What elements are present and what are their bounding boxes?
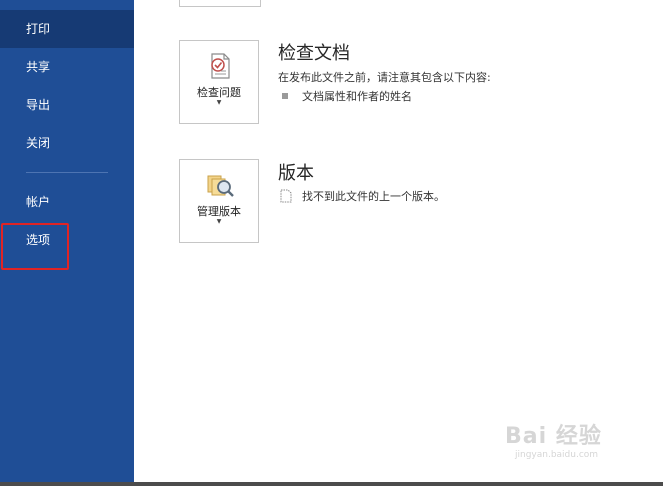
bullet-square-icon [282, 93, 288, 99]
document-icon [280, 189, 292, 203]
inspect-issues-button[interactable]: 检查问题 ▼ [179, 40, 259, 124]
inspect-section-title: 检查文档 [278, 43, 350, 64]
sidebar-item-share[interactable]: 共享 [0, 48, 134, 86]
taskbar-edge [0, 482, 663, 486]
sidebar-item-print[interactable]: 打印 [0, 10, 134, 48]
previous-tile-edge [179, 0, 261, 7]
sidebar-item-account[interactable]: 帐户 [0, 183, 134, 221]
sidebar-item-close[interactable]: 关闭 [0, 124, 134, 162]
highlight-box [1, 223, 69, 270]
inspect-bullet-item: 文档属性和作者的姓名 [282, 88, 412, 104]
manage-versions-label: 管理版本 [197, 205, 241, 218]
watermark-brand: Bai 经验 [505, 424, 602, 449]
manage-versions-button[interactable]: 管理版本 ▼ [179, 159, 259, 243]
versions-section-title: 版本 [278, 163, 314, 184]
versions-status-row: 找不到此文件的上一个版本。 [280, 188, 445, 204]
inspect-document-icon [211, 53, 230, 79]
sidebar-item-export[interactable]: 导出 [0, 86, 134, 124]
watermark-url: jingyan.baidu.com [515, 450, 599, 460]
inspect-section-description: 在发布此文件之前，请注意其包含以下内容: [278, 71, 491, 84]
chevron-down-icon: ▼ [216, 218, 222, 225]
inspect-issues-label: 检查问题 [197, 86, 241, 99]
manage-versions-icon [207, 175, 234, 197]
sidebar-divider [26, 172, 108, 173]
main-panel: 检查问题 ▼ 检查文档 在发布此文件之前，请注意其包含以下内容: 文档属性和作者… [134, 0, 663, 486]
inspect-bullet-text: 文档属性和作者的姓名 [302, 90, 412, 103]
chevron-down-icon: ▼ [216, 99, 222, 106]
baidu-watermark: Bai 经验 jingyan.baidu.com [505, 418, 635, 470]
backstage-sidebar: 打印 共享 导出 关闭 帐户 选项 [0, 0, 134, 486]
versions-status-text: 找不到此文件的上一个版本。 [302, 190, 445, 203]
